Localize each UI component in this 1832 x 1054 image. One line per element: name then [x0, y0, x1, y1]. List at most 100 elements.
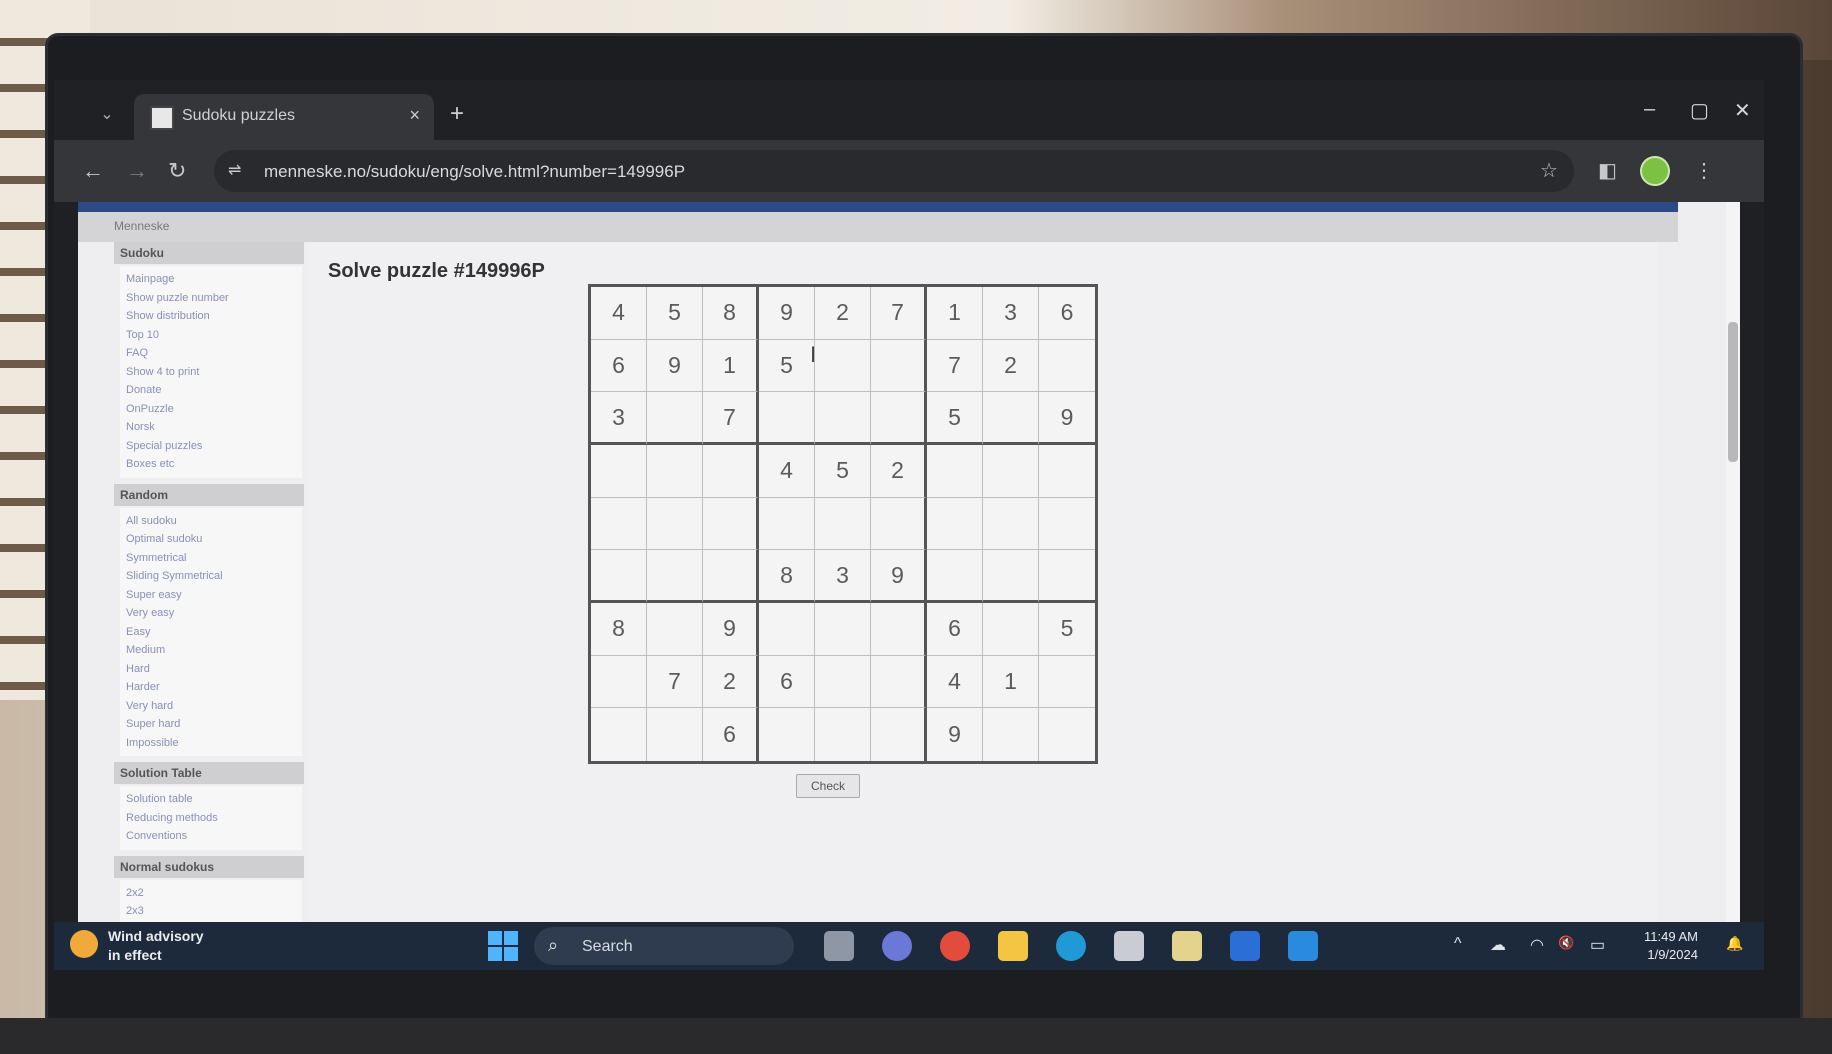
sudoku-cell-r7c5[interactable]: [815, 603, 871, 656]
sidebar-link[interactable]: OnPuzzle: [126, 400, 296, 419]
sudoku-cell-r5c9[interactable]: [1039, 498, 1095, 551]
sidebar-link[interactable]: Top 10: [126, 326, 296, 345]
sidebar-link[interactable]: Sliding Symmetrical: [126, 567, 296, 586]
sudoku-cell-r9c8[interactable]: [983, 708, 1039, 761]
sudoku-cell-r8c6[interactable]: [871, 655, 927, 709]
sudoku-cell-r9c6[interactable]: [871, 708, 927, 761]
maximize-button[interactable]: ▢: [1690, 98, 1709, 123]
sudoku-cell-r8c5[interactable]: [815, 655, 871, 709]
edge-icon[interactable]: [1056, 931, 1086, 961]
sudoku-cell-r2c1[interactable]: 6: [591, 339, 647, 393]
sudoku-cell-r9c2[interactable]: [647, 708, 703, 761]
sudoku-cell-r2c9[interactable]: [1039, 340, 1095, 393]
sidebar-link[interactable]: Easy: [126, 623, 296, 642]
sudoku-cell-r7c9[interactable]: 5: [1039, 603, 1095, 656]
sudoku-cell-r1c3[interactable]: 8: [703, 287, 759, 340]
sudoku-cell-r7c7[interactable]: 6: [927, 603, 983, 656]
sudoku-cell-r8c1[interactable]: [591, 655, 647, 709]
chat-icon[interactable]: [882, 931, 912, 961]
sudoku-cell-r7c2[interactable]: [647, 603, 703, 656]
sudoku-cell-r5c7[interactable]: [927, 497, 983, 551]
battery-icon[interactable]: ▭: [1590, 935, 1605, 955]
sidebar-link[interactable]: FAQ: [126, 344, 296, 363]
sudoku-cell-r9c7[interactable]: 9: [927, 708, 983, 761]
sudoku-cell-r4c3[interactable]: [703, 445, 759, 498]
profile-avatar[interactable]: [1640, 156, 1670, 186]
sudoku-cell-r1c2[interactable]: 5: [647, 287, 703, 340]
sudoku-cell-r9c9[interactable]: [1039, 708, 1095, 761]
sudoku-cell-r4c4[interactable]: 4: [759, 445, 815, 498]
taskbar-search[interactable]: ⌕ Search: [534, 927, 794, 965]
sudoku-cell-r3c5[interactable]: [815, 392, 871, 445]
sudoku-cell-r2c2[interactable]: 9: [647, 339, 703, 393]
sudoku-cell-r4c7[interactable]: [927, 445, 983, 498]
sudoku-cell-r8c7[interactable]: 4: [927, 655, 983, 709]
sudoku-cell-r5c8[interactable]: [983, 497, 1039, 551]
site-info-icon[interactable]: ⇌: [228, 160, 241, 180]
sudoku-cell-r3c7[interactable]: 5: [927, 392, 983, 445]
side-panel-icon[interactable]: ◧: [1598, 158, 1617, 183]
back-button[interactable]: ←: [82, 158, 104, 184]
scrollbar-track[interactable]: [1726, 202, 1740, 922]
address-bar[interactable]: ⇌ menneske.no/sudoku/eng/solve.html?numb…: [214, 150, 1574, 192]
scrollbar-thumb[interactable]: [1728, 322, 1738, 462]
sidebar-link[interactable]: Solution table: [126, 790, 296, 809]
clock[interactable]: 11:49 AM 1/9/2024: [1644, 928, 1698, 964]
check-button[interactable]: Check: [796, 774, 860, 798]
sudoku-cell-r2c5[interactable]: [815, 339, 871, 393]
sudoku-cell-r7c1[interactable]: 8: [591, 603, 647, 656]
sudoku-cell-r5c2[interactable]: [647, 497, 703, 551]
sidebar-link[interactable]: Show puzzle number: [126, 289, 296, 308]
sudoku-cell-r3c1[interactable]: 3: [591, 392, 647, 445]
start-button[interactable]: [488, 931, 518, 961]
sudoku-cell-r7c4[interactable]: [759, 603, 815, 656]
sidebar-link[interactable]: Boxes etc: [126, 455, 296, 474]
sudoku-cell-r6c7[interactable]: [927, 550, 983, 603]
task-view-icon[interactable]: [824, 931, 854, 961]
sudoku-cell-r8c8[interactable]: 1: [983, 655, 1039, 709]
sidebar-link[interactable]: Harder: [126, 678, 296, 697]
sudoku-cell-r1c8[interactable]: 3: [983, 287, 1039, 340]
sudoku-cell-r1c4[interactable]: 9: [759, 287, 815, 340]
sudoku-cell-r6c3[interactable]: [703, 550, 759, 603]
sidebar-link[interactable]: Mainpage: [126, 270, 296, 289]
onedrive-icon[interactable]: ☁: [1490, 935, 1506, 955]
sudoku-cell-r6c8[interactable]: [983, 550, 1039, 603]
sudoku-cell-r4c1[interactable]: [591, 445, 647, 498]
sudoku-cell-r1c7[interactable]: 1: [927, 287, 983, 340]
sidebar-link[interactable]: Very hard: [126, 697, 296, 716]
sudoku-cell-r4c5[interactable]: 5: [815, 445, 871, 498]
sudoku-cell-r9c4[interactable]: [759, 708, 815, 761]
tab-search-icon[interactable]: ⌄: [94, 102, 120, 128]
sudoku-cell-r5c1[interactable]: [591, 497, 647, 551]
tab-close-icon[interactable]: ×: [409, 105, 420, 126]
file-explorer-icon[interactable]: [998, 931, 1028, 961]
sudoku-cell-r7c6[interactable]: [871, 603, 927, 656]
sudoku-cell-r2c3[interactable]: 1: [703, 339, 759, 393]
forward-button[interactable]: →: [126, 158, 148, 184]
sudoku-cell-r8c9[interactable]: [1039, 656, 1095, 709]
sudoku-cell-r5c4[interactable]: [759, 497, 815, 551]
wifi-icon[interactable]: ◠: [1530, 935, 1544, 955]
sudoku-cell-r1c6[interactable]: 7: [871, 287, 927, 340]
sudoku-cell-r4c8[interactable]: [983, 445, 1039, 498]
sidebar-link[interactable]: Norsk: [126, 418, 296, 437]
sudoku-cell-r2c4[interactable]: 5: [759, 339, 815, 393]
sudoku-cell-r1c1[interactable]: 4: [591, 287, 647, 340]
sudoku-cell-r5c6[interactable]: [871, 497, 927, 551]
sudoku-cell-r8c4[interactable]: 6: [759, 655, 815, 709]
sudoku-cell-r9c3[interactable]: 6: [703, 708, 759, 761]
sudoku-cell-r4c6[interactable]: 2: [871, 445, 927, 498]
sudoku-cell-r9c5[interactable]: [815, 708, 871, 761]
sudoku-cell-r6c2[interactable]: [647, 550, 703, 603]
sudoku-cell-r5c3[interactable]: [703, 497, 759, 551]
sidebar-link[interactable]: Very easy: [126, 604, 296, 623]
tray-chevron-icon[interactable]: ^: [1454, 935, 1462, 953]
sidebar-link[interactable]: Hard: [126, 660, 296, 679]
store-icon[interactable]: [1114, 931, 1144, 961]
sudoku-cell-r6c1[interactable]: [591, 550, 647, 603]
sidebar-link[interactable]: Super easy: [126, 586, 296, 605]
sudoku-cell-r1c9[interactable]: 6: [1039, 287, 1095, 340]
sidebar-link[interactable]: Special puzzles: [126, 437, 296, 456]
sudoku-cell-r2c6[interactable]: [871, 339, 927, 393]
